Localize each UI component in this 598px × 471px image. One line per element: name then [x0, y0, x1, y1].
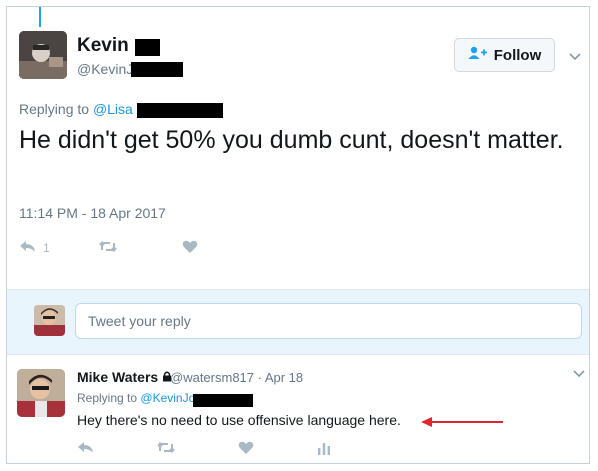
heart-icon — [238, 441, 254, 458]
reply-action[interactable]: 1 — [19, 240, 50, 256]
reply-tweet-reply-action[interactable] — [77, 441, 95, 457]
reply-tweet-text: Hey there's no need to use offensive lan… — [77, 412, 401, 428]
current-user-avatar — [34, 305, 65, 336]
follow-label: Follow — [493, 46, 542, 64]
author-avatar[interactable] — [19, 31, 67, 79]
reply-author-name-text[interactable]: Mike Waters — [77, 369, 158, 385]
redaction-bar — [137, 103, 223, 118]
reply-placeholder: Tweet your reply — [88, 313, 191, 329]
heart-icon — [182, 240, 198, 257]
reply-icon — [77, 441, 95, 457]
reply-replying-handle-link[interactable]: @KevinJc — [140, 391, 194, 405]
annotation-arrow-line — [431, 421, 503, 423]
chevron-down-icon[interactable] — [569, 50, 581, 64]
tweet-timestamp[interactable]: 11:14 PM - 18 Apr 2017 — [19, 205, 166, 221]
reply-replying-to: Replying to @KevinJc — [77, 391, 195, 405]
author-name-text[interactable]: Kevin — [77, 35, 129, 56]
author-handle[interactable]: @KevinJ — [77, 61, 133, 77]
redaction-bar — [135, 39, 160, 56]
reply-tweet-analytics-action[interactable] — [317, 441, 331, 458]
reply-author-name[interactable]: Mike Waters — [77, 369, 172, 385]
tweet-text: He didn't get 50% you dumb cunt, doesn't… — [19, 126, 564, 154]
reply-tweet-retweet-action[interactable] — [157, 441, 175, 457]
redaction-bar — [193, 394, 253, 407]
retweet-icon — [99, 240, 117, 256]
like-action[interactable] — [182, 240, 204, 257]
analytics-icon — [317, 441, 331, 458]
reply-input[interactable]: Tweet your reply — [75, 303, 582, 339]
redaction-bar — [131, 62, 183, 77]
retweet-icon — [157, 441, 175, 457]
tweet-card: Kevin @KevinJ Follow Replying to @Lisa H… — [6, 6, 590, 464]
reply-icon — [19, 240, 37, 256]
reply-replying-prefix: Replying to — [77, 391, 138, 405]
replying-prefix: Replying to — [19, 101, 90, 117]
chevron-down-icon[interactable] — [573, 367, 585, 381]
replying-to: Replying to @Lisa — [19, 101, 133, 117]
replying-handle-link[interactable]: @Lisa — [93, 101, 133, 117]
reply-author-meta[interactable]: @watersm817 · Apr 18 — [170, 370, 303, 385]
reply-count: 1 — [43, 241, 50, 255]
author-name[interactable]: Kevin — [77, 35, 129, 57]
follow-button[interactable]: Follow — [454, 38, 555, 72]
thread-line — [39, 7, 41, 27]
reply-tweet-like-action[interactable] — [238, 441, 254, 458]
add-user-icon — [468, 46, 488, 64]
retweet-action[interactable] — [99, 240, 123, 256]
reply-author-avatar[interactable] — [17, 369, 65, 417]
